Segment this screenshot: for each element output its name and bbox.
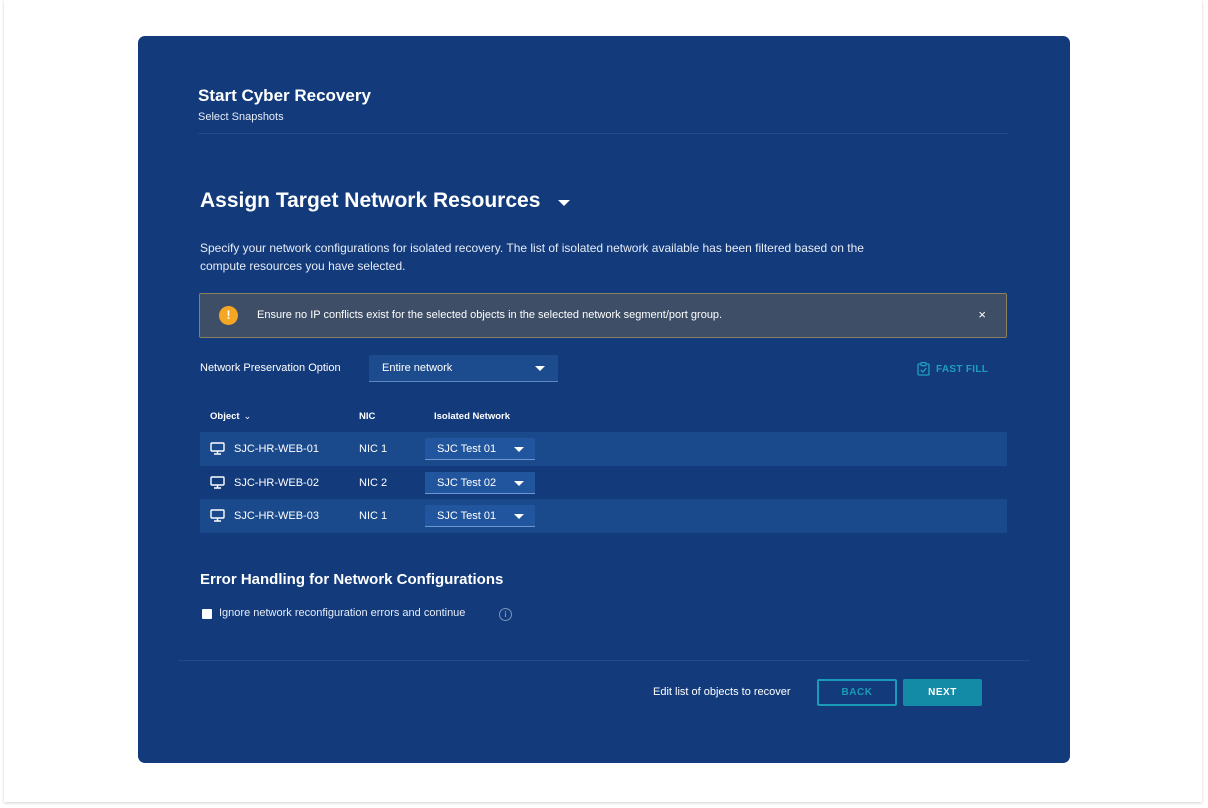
column-header-nic: NIC bbox=[359, 411, 376, 422]
chevron-down-icon[interactable] bbox=[558, 200, 571, 206]
dialog-title: Start Cyber Recovery bbox=[198, 86, 371, 105]
error-handling-title: Error Handling for Network Configuration… bbox=[200, 571, 504, 588]
warning-alert: ! Ensure no IP conflicts exist for the s… bbox=[199, 293, 1007, 338]
column-header-object[interactable]: Object ⌄ bbox=[210, 411, 251, 422]
column-header-isolated-network: Isolated Network bbox=[434, 411, 511, 422]
clipboard-check-icon bbox=[917, 362, 930, 376]
monitor-icon bbox=[210, 476, 225, 489]
network-preservation-select[interactable]: Entire network bbox=[369, 355, 558, 382]
section-title[interactable]: Assign Target Network Resources bbox=[200, 189, 571, 213]
next-button[interactable]: NEXT bbox=[903, 679, 982, 706]
isolated-network-value: SJC Test 02 bbox=[437, 477, 497, 489]
footer-divider bbox=[178, 660, 1030, 661]
caret-down-icon bbox=[514, 447, 524, 452]
network-preservation-label: Network Preservation Option bbox=[200, 362, 341, 374]
section-title-text: Assign Target Network Resources bbox=[200, 189, 541, 212]
close-icon[interactable]: × bbox=[978, 307, 986, 323]
sort-chevron-icon: ⌄ bbox=[243, 411, 252, 421]
caret-down-icon bbox=[514, 514, 524, 519]
table-row: SJC-HR-WEB-03 NIC 1 SJC Test 01 bbox=[200, 499, 1007, 533]
monitor-icon bbox=[210, 442, 225, 455]
isolated-network-select[interactable]: SJC Test 02 bbox=[425, 472, 535, 494]
row-object-name: SJC-HR-WEB-01 bbox=[234, 443, 319, 455]
warning-icon: ! bbox=[219, 306, 238, 325]
table-row: SJC-HR-WEB-02 NIC 2 SJC Test 02 bbox=[200, 466, 1007, 500]
table-header: Object ⌄ NIC Isolated Network bbox=[200, 409, 1007, 425]
row-nic: NIC 1 bbox=[359, 510, 388, 522]
caret-down-icon bbox=[514, 481, 524, 486]
row-nic: NIC 1 bbox=[359, 443, 388, 455]
cyber-recovery-dialog: Start Cyber Recovery Select Snapshots As… bbox=[138, 36, 1070, 763]
edit-objects-link[interactable]: Edit list of objects to recover bbox=[653, 686, 791, 698]
row-nic: NIC 2 bbox=[359, 477, 388, 489]
isolated-network-select[interactable]: SJC Test 01 bbox=[425, 505, 535, 527]
caret-down-icon bbox=[535, 366, 545, 371]
network-preservation-value: Entire network bbox=[382, 362, 453, 374]
row-object-name: SJC-HR-WEB-03 bbox=[234, 510, 319, 522]
isolated-network-select[interactable]: SJC Test 01 bbox=[425, 438, 535, 460]
ignore-errors-label[interactable]: Ignore network reconfiguration errors an… bbox=[219, 607, 465, 619]
section-description: Specify your network configurations for … bbox=[200, 241, 864, 273]
back-button[interactable]: BACK bbox=[817, 679, 897, 706]
fast-fill-label: FAST FILL bbox=[936, 363, 989, 375]
isolated-network-value: SJC Test 01 bbox=[437, 510, 497, 522]
isolated-network-value: SJC Test 01 bbox=[437, 443, 497, 455]
row-object-name: SJC-HR-WEB-02 bbox=[234, 477, 319, 489]
info-icon[interactable]: i bbox=[499, 608, 512, 621]
table-row: SJC-HR-WEB-01 NIC 1 SJC Test 01 bbox=[200, 432, 1007, 466]
column-header-object-label: Object bbox=[210, 411, 240, 422]
dialog-subtitle: Select Snapshots bbox=[198, 111, 284, 123]
monitor-icon bbox=[210, 509, 225, 522]
header-divider bbox=[198, 133, 1008, 134]
fast-fill-button[interactable]: FAST FILL bbox=[917, 362, 988, 376]
ignore-errors-checkbox[interactable] bbox=[202, 609, 212, 619]
alert-message: Ensure no IP conflicts exist for the sel… bbox=[257, 309, 723, 321]
